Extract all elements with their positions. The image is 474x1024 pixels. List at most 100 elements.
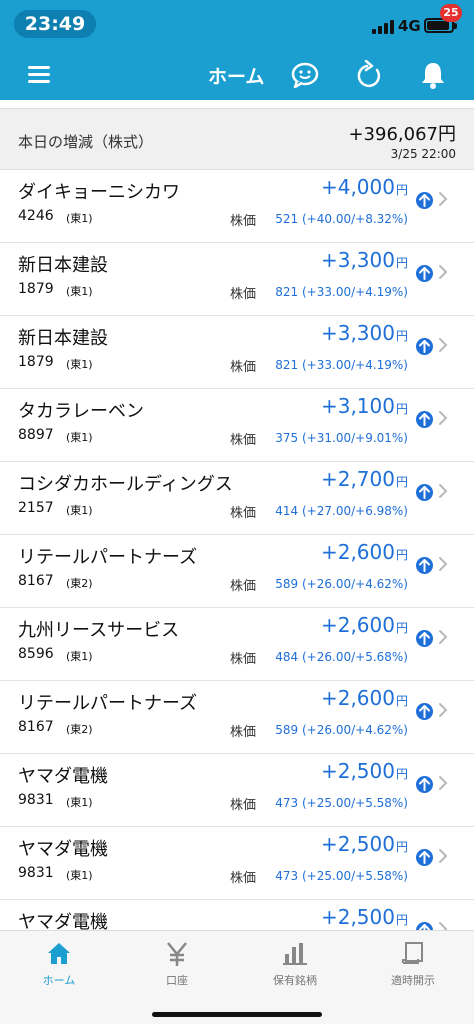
tab-label: 適時開示	[391, 974, 435, 987]
yen-unit: 円	[395, 402, 408, 416]
daily-change: +2,500円	[321, 832, 408, 856]
stock-market: (東1)	[66, 285, 93, 298]
up-arrow-icon	[416, 922, 433, 930]
daily-change: +2,600円	[321, 613, 408, 637]
daily-change-value: +4,000	[320, 175, 395, 199]
up-arrow-icon	[416, 411, 433, 428]
stock-row[interactable]: リテールパートナーズ 8167 (東2) +2,600円株価 589 (+26.00/+…	[0, 681, 474, 754]
price-label: 株価	[230, 214, 257, 229]
chevron-right-icon	[438, 191, 448, 207]
up-arrow-icon	[416, 192, 433, 209]
stock-row[interactable]: タカラレーベン 8897 (東1) +3,100円 株価 375 (+31.00/+9.0…	[0, 389, 474, 462]
daily-change-value: +2,500	[320, 905, 395, 929]
nav-bar: ホーム	[0, 46, 474, 104]
up-arrow-icon	[416, 557, 433, 574]
daily-change-value: +2,600	[320, 613, 395, 637]
stock-price: 473 (+25.00/+5.58%)	[275, 796, 408, 810]
stock-market: (東1)	[66, 796, 93, 809]
stock-price: 414 (+27.00/+6.98%)	[275, 504, 408, 518]
tab-disclosure[interactable]: 適時開示	[354, 931, 472, 1001]
stock-name: リテールパートナーズ	[18, 547, 198, 568]
chevron-right-icon	[438, 848, 448, 864]
daily-change-value: +3,300	[320, 321, 395, 345]
home-indicator	[152, 1012, 322, 1017]
bell-icon[interactable]	[420, 60, 446, 90]
signal-icon	[372, 20, 396, 34]
stock-price: 589 (+26.00/+4.62%)	[275, 723, 408, 737]
stock-row[interactable]: ダイキョーニシカワ 4246 (東1) +4,000円 株価 521 (+40.00/+8…	[0, 170, 474, 243]
stock-market: (東2)	[66, 723, 93, 736]
daily-change: +2,500円	[321, 905, 408, 929]
stock-row[interactable]: 九州リースサービス 8596 (東1) +2,600円 株価 484 (+26.00/+5…	[0, 608, 474, 681]
notification-badge: 25	[440, 4, 462, 22]
stock-price: 375 (+31.00/+9.01%)	[275, 431, 408, 445]
stock-list: ダイキョーニシカワ 4246 (東1) +4,000円 株価 521 (+40.00/+8…	[0, 170, 474, 930]
stock-market: (東1)	[66, 504, 93, 517]
stock-row[interactable]: リテールパートナーズ 8167 (東2) +2,600円 株価 589 (+26.00/+…	[0, 535, 474, 608]
stock-price: 473 (+25.00/+5.58%)	[275, 869, 408, 883]
tab-account[interactable]: 口座	[118, 931, 236, 1001]
stock-name: コシダカホールディングス	[18, 474, 233, 495]
yen-icon	[167, 942, 187, 966]
yen-unit: 円	[395, 694, 408, 708]
home-icon	[48, 943, 70, 964]
top-bar: 23:49 4G ホーム	[0, 0, 474, 100]
document-icon	[402, 942, 423, 964]
refresh-icon[interactable]	[355, 59, 383, 90]
daily-change-value: +2,600	[320, 686, 395, 710]
stock-row[interactable]: 新日本建設 1879 (東1) +3,300円 株価 821 (+33.00/+4.19%…	[0, 316, 474, 389]
stock-row[interactable]: ヤマダ電機9831(東1)+2,500円株価473 (+25.00/+5.58%…	[0, 754, 474, 827]
tab-label: 口座	[166, 974, 188, 987]
price-label: 株価	[230, 506, 257, 521]
stock-code: 8167	[18, 719, 54, 735]
stock-row[interactable]: ヤマダ電機9831(東1)+2,500円株価473 (+25.00/+5.58%…	[0, 827, 474, 900]
stock-code: 9831	[18, 792, 54, 808]
yen-unit: 円	[395, 913, 408, 927]
stock-name: タカラレーベン	[18, 401, 144, 422]
yen-unit: 円	[395, 329, 408, 343]
stock-name: 九州リースサービス	[18, 620, 180, 641]
menu-icon[interactable]	[28, 66, 50, 84]
chevron-right-icon	[438, 483, 448, 499]
stock-price: 521 (+40.00/+8.32%)	[275, 212, 408, 226]
up-arrow-icon	[416, 338, 433, 355]
stock-row[interactable]: コシダカホールディングス 2157 (東1) +2,700円 株価 414 (+27.00…	[0, 462, 474, 535]
stock-code: 8167	[18, 573, 54, 589]
stock-market: (東1)	[66, 869, 93, 882]
daily-change: +3,300円	[321, 321, 408, 345]
price-label: 株価	[230, 725, 257, 740]
daily-change: +2,600円	[321, 686, 408, 710]
chevron-right-icon	[438, 410, 448, 426]
chevron-right-icon	[438, 921, 448, 930]
stock-market: (東1)	[66, 358, 93, 371]
up-arrow-icon	[416, 265, 433, 282]
stock-name: リテールパートナーズ	[18, 693, 198, 714]
price-label: 株価	[230, 871, 257, 886]
stock-name: ダイキョーニシカワ	[18, 182, 180, 203]
stock-market: (東2)	[66, 577, 93, 590]
up-arrow-icon	[416, 484, 433, 501]
yen-unit: 円	[395, 621, 408, 635]
daily-change: +2,700円	[321, 467, 408, 491]
stock-row[interactable]: ヤマダ電機9831(東1)+2,500円株価473 (+25.00/+5.58%…	[0, 900, 474, 930]
stock-price: 484 (+26.00/+5.68%)	[275, 650, 408, 664]
tab-holdings[interactable]: 保有銘柄	[236, 931, 354, 1001]
bar-chart-icon	[283, 943, 307, 965]
summary-value: +396,067円	[348, 124, 456, 145]
summary-label: 本日の増減（株式）	[18, 133, 154, 151]
tab-home[interactable]: ホーム	[0, 931, 118, 1001]
tab-label: ホーム	[42, 974, 76, 987]
yen-unit: 円	[395, 548, 408, 562]
yen-unit: 円	[395, 183, 408, 197]
chat-icon[interactable]	[290, 62, 320, 89]
yen-unit: 円	[395, 767, 408, 781]
status-bar: 23:49 4G	[0, 0, 474, 46]
stock-name: 新日本建設	[18, 328, 108, 349]
daily-change: +4,000円	[321, 175, 408, 199]
up-arrow-icon	[416, 703, 433, 720]
stock-row[interactable]: 新日本建設 1879 (東1) +3,300円 株価 821 (+33.00/+4.19%…	[0, 243, 474, 316]
stock-price: 821 (+33.00/+4.19%)	[275, 285, 408, 299]
stock-name: ヤマダ電機	[18, 912, 108, 930]
chevron-right-icon	[438, 337, 448, 353]
up-arrow-icon	[416, 776, 433, 793]
